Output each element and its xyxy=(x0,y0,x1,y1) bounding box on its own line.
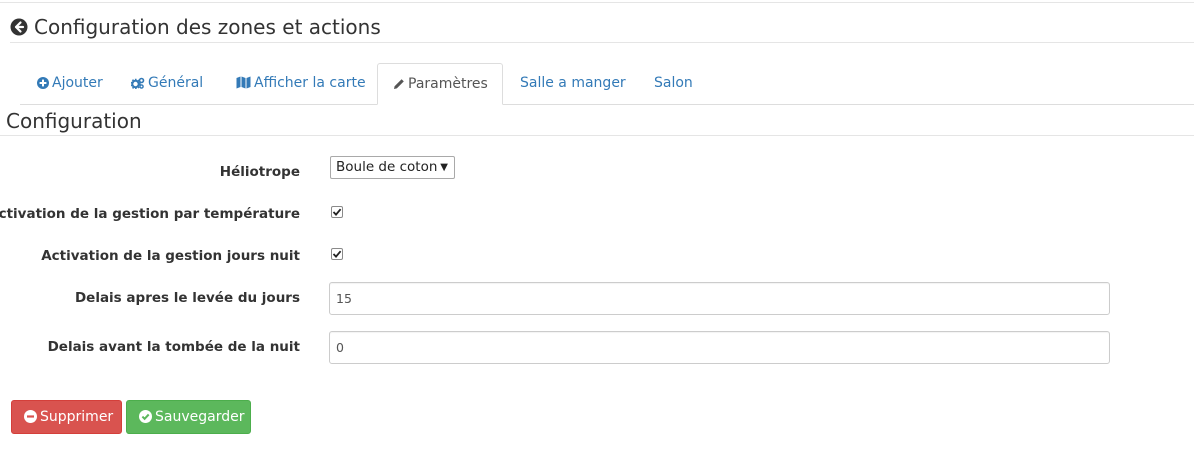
check-icon xyxy=(332,250,342,258)
map-icon xyxy=(236,65,251,105)
save-button-label: Sauvegarder xyxy=(155,409,245,425)
tab-label: Afficher la carte xyxy=(254,75,366,91)
save-button[interactable]: Sauvegarder xyxy=(126,400,251,434)
delay-after-sunrise-label: Delais apres le levée du jours xyxy=(74,290,300,306)
tab-salle-a-manger[interactable]: Salle a manger xyxy=(505,63,641,105)
page-header: Configuration des zones et actions xyxy=(10,14,1194,43)
cogs-icon xyxy=(130,65,145,105)
heliotrope-selected-value: Boule de coton xyxy=(336,159,438,175)
tab-label: Salle a manger xyxy=(520,75,626,91)
tab-bar: Ajouter Général Afficher la carte Paramè… xyxy=(20,63,1194,105)
delay-before-sunset-input[interactable]: 0 xyxy=(329,331,1110,364)
tab-label: Ajouter xyxy=(52,75,103,91)
delay-after-sunrise-input[interactable]: 15 xyxy=(329,282,1110,315)
tab-salon[interactable]: Salon xyxy=(639,63,708,105)
tab-afficher-carte[interactable]: Afficher la carte xyxy=(221,63,381,105)
heliotrope-label: Héliotrope xyxy=(219,164,300,180)
tab-parametres[interactable]: Paramètres xyxy=(377,63,503,105)
section-divider xyxy=(0,135,1194,136)
temp-management-label: Activation de la gestion par température xyxy=(0,206,300,222)
check-circle-icon xyxy=(139,403,152,435)
section-title: Configuration xyxy=(6,109,142,133)
delete-button-label: Supprimer xyxy=(40,409,114,425)
minus-circle-icon xyxy=(24,403,37,435)
daynight-management-label: Activation de la gestion jours nuit xyxy=(41,248,300,264)
pencil-icon xyxy=(393,66,405,106)
tab-general[interactable]: Général xyxy=(116,63,218,105)
tab-label: Général xyxy=(148,75,204,91)
page-title: Configuration des zones et actions xyxy=(34,15,381,39)
delay-before-sunset-label: Delais avant la tombée de la nuit xyxy=(47,339,300,355)
tab-ajouter[interactable]: Ajouter xyxy=(22,63,118,105)
tab-label: Paramètres xyxy=(408,76,488,92)
temp-management-checkbox[interactable] xyxy=(331,206,343,218)
heliotrope-select[interactable]: Boule de coton ▼ xyxy=(330,156,455,179)
arrow-circle-left-icon[interactable] xyxy=(10,18,28,36)
tab-label: Salon xyxy=(654,75,693,91)
check-icon xyxy=(332,208,342,216)
daynight-management-checkbox[interactable] xyxy=(331,248,343,260)
plus-circle-icon xyxy=(37,65,49,105)
caret-down-icon: ▼ xyxy=(440,162,448,173)
delete-button[interactable]: Supprimer xyxy=(11,400,122,434)
top-divider xyxy=(0,2,1194,3)
